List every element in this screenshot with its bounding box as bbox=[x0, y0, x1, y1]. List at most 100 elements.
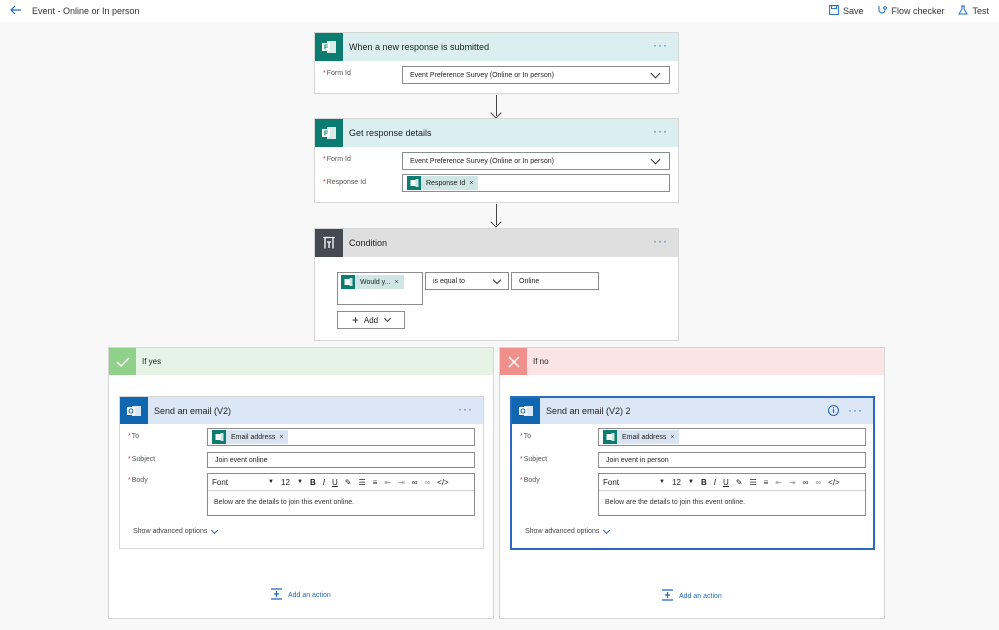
code-view-icon[interactable]: </> bbox=[828, 478, 840, 487]
bold-icon[interactable]: B bbox=[310, 478, 316, 487]
back-arrow-icon[interactable] bbox=[10, 5, 22, 17]
if-yes-label: If yes bbox=[142, 357, 162, 366]
email-address-token[interactable]: Email address × bbox=[212, 430, 289, 444]
bold-icon[interactable]: B bbox=[701, 478, 707, 487]
body-label: *Body bbox=[520, 477, 540, 484]
if-no-label: If no bbox=[533, 357, 549, 366]
chevron-down-icon bbox=[603, 526, 611, 534]
svg-text:F: F bbox=[324, 45, 329, 52]
get-response-details-card[interactable]: F Get response details ··· *Form Id Even… bbox=[314, 118, 679, 203]
condition-value-input[interactable]: Online bbox=[511, 272, 599, 290]
check-icon bbox=[109, 348, 136, 375]
email-address-token[interactable]: Email address × bbox=[603, 430, 680, 444]
unlink-icon[interactable]: ∞ bbox=[815, 478, 821, 487]
bullet-list-icon[interactable]: ☰ bbox=[359, 478, 366, 487]
unlink-icon[interactable]: ∞ bbox=[424, 478, 430, 487]
subject-input[interactable]: Join event in person bbox=[598, 452, 866, 468]
highlight-icon[interactable]: ✎ bbox=[345, 478, 352, 487]
add-an-action-button[interactable]: Add an action bbox=[270, 588, 331, 602]
form-id-dropdown[interactable]: Event Preference Survey (Online or In pe… bbox=[402, 66, 670, 84]
remove-token-icon[interactable]: × bbox=[279, 434, 283, 441]
condition-value: Online bbox=[519, 277, 540, 285]
outlook-icon: O bbox=[120, 397, 148, 424]
font-size-dropdown[interactable]: 12 ▼ bbox=[672, 478, 694, 487]
condition-token[interactable]: Would y... × bbox=[341, 275, 404, 289]
chevron-down-icon bbox=[650, 68, 661, 79]
rich-text-toolbar: Font ▼ 12 ▼ B I U ✎ ☰ ≡ ⇤ ⇥ ∞ ∞ </> bbox=[208, 474, 474, 491]
test-icon bbox=[958, 5, 969, 18]
link-icon[interactable]: ∞ bbox=[412, 478, 418, 487]
more-icon[interactable]: ··· bbox=[458, 403, 473, 415]
font-dropdown[interactable]: Font ▼ bbox=[603, 478, 665, 487]
body-text[interactable]: Below are the details to join this event… bbox=[208, 491, 474, 514]
flow-checker-button[interactable]: Flow checker bbox=[877, 5, 944, 18]
plus-icon: + bbox=[351, 313, 359, 327]
to-field[interactable]: Email address × bbox=[598, 428, 866, 446]
remove-token-icon[interactable]: × bbox=[670, 434, 674, 441]
send-email-card[interactable]: O Send an email (V2) ··· *To Email addre… bbox=[119, 396, 484, 549]
italic-icon[interactable]: I bbox=[714, 478, 716, 487]
condition-card[interactable]: Condition ··· Would y... × is equal to O… bbox=[314, 228, 679, 341]
send-email-title: Send an email (V2) bbox=[154, 405, 232, 416]
subject-label: *Subject bbox=[128, 456, 156, 463]
highlight-icon[interactable]: ✎ bbox=[736, 478, 743, 487]
svg-text:F: F bbox=[324, 131, 329, 138]
more-icon[interactable]: ··· bbox=[653, 39, 668, 51]
numbered-list-icon[interactable]: ≡ bbox=[373, 478, 378, 487]
body-text[interactable]: Below are the details to join this event… bbox=[599, 491, 865, 514]
italic-icon[interactable]: I bbox=[323, 478, 325, 487]
indent-icon[interactable]: ⇥ bbox=[789, 478, 796, 487]
show-advanced-options[interactable]: Show advanced options bbox=[525, 526, 611, 535]
more-icon[interactable]: ··· bbox=[848, 404, 863, 416]
add-condition-button[interactable]: + Add bbox=[337, 311, 405, 329]
subject-input[interactable]: Join event online bbox=[207, 452, 475, 468]
command-bar: Event - Online or In person Save Flow ch… bbox=[0, 0, 999, 22]
condition-icon bbox=[315, 229, 343, 257]
underline-icon[interactable]: U bbox=[332, 478, 338, 487]
trigger-title: When a new response is submitted bbox=[349, 42, 490, 52]
remove-token-icon[interactable]: × bbox=[394, 279, 398, 286]
connector-arrow bbox=[496, 95, 497, 116]
save-button[interactable]: Save bbox=[829, 4, 864, 18]
send-email-2-card[interactable]: O Send an email (V2) 2 i ··· *To Email a… bbox=[510, 396, 875, 550]
body-editor[interactable]: Font ▼ 12 ▼ B I U ✎ ☰ ≡ ⇤ ⇥ ∞ ∞ </> Below … bbox=[207, 473, 475, 516]
info-icon[interactable]: i bbox=[828, 405, 839, 416]
trigger-card[interactable]: F When a new response is submitted ··· *… bbox=[314, 32, 679, 94]
condition-left-operand[interactable]: Would y... × bbox=[337, 272, 423, 305]
underline-icon[interactable]: U bbox=[723, 478, 729, 487]
add-an-action-button[interactable]: Add an action bbox=[661, 589, 722, 603]
test-button[interactable]: Test bbox=[958, 5, 989, 18]
outdent-icon[interactable]: ⇤ bbox=[384, 478, 391, 487]
more-icon[interactable]: ··· bbox=[653, 235, 668, 247]
if-no-branch: If no O Send an email (V2) 2 i ··· *To E… bbox=[499, 347, 885, 619]
operator-dropdown[interactable]: is equal to bbox=[425, 272, 509, 290]
save-icon bbox=[829, 4, 839, 18]
code-view-icon[interactable]: </> bbox=[437, 478, 449, 487]
indent-icon[interactable]: ⇥ bbox=[398, 478, 405, 487]
body-editor[interactable]: Font ▼ 12 ▼ B I U ✎ ☰ ≡ ⇤ ⇥ ∞ ∞ </> Below … bbox=[598, 473, 866, 516]
remove-token-icon[interactable]: × bbox=[469, 180, 473, 187]
forms-icon: F bbox=[315, 119, 343, 147]
operator-value: is equal to bbox=[433, 277, 465, 285]
link-icon[interactable]: ∞ bbox=[803, 478, 809, 487]
outdent-icon[interactable]: ⇤ bbox=[775, 478, 782, 487]
response-id-field[interactable]: Response Id × bbox=[402, 174, 670, 192]
more-icon[interactable]: ··· bbox=[653, 125, 668, 137]
svg-text:O: O bbox=[520, 409, 526, 416]
form-id-dropdown[interactable]: Event Preference Survey (Online or In pe… bbox=[402, 152, 670, 170]
font-dropdown[interactable]: Font ▼ bbox=[212, 478, 274, 487]
form-id-label: *Form Id bbox=[323, 156, 351, 163]
test-label: Test bbox=[972, 6, 989, 16]
bullet-list-icon[interactable]: ☰ bbox=[750, 478, 757, 487]
flow-checker-icon bbox=[877, 5, 888, 18]
save-label: Save bbox=[842, 6, 864, 16]
to-field[interactable]: Email address × bbox=[207, 428, 475, 446]
font-size-dropdown[interactable]: 12 ▼ bbox=[281, 478, 303, 487]
to-label: *To bbox=[128, 433, 140, 440]
response-id-token[interactable]: Response Id × bbox=[407, 176, 479, 190]
if-yes-branch: If yes O Send an email (V2) ··· *To Emai… bbox=[108, 347, 494, 619]
show-advanced-options[interactable]: Show advanced options bbox=[133, 526, 219, 535]
numbered-list-icon[interactable]: ≡ bbox=[764, 478, 769, 487]
response-id-label: *Response Id bbox=[323, 179, 367, 186]
connector-arrow bbox=[496, 204, 497, 225]
